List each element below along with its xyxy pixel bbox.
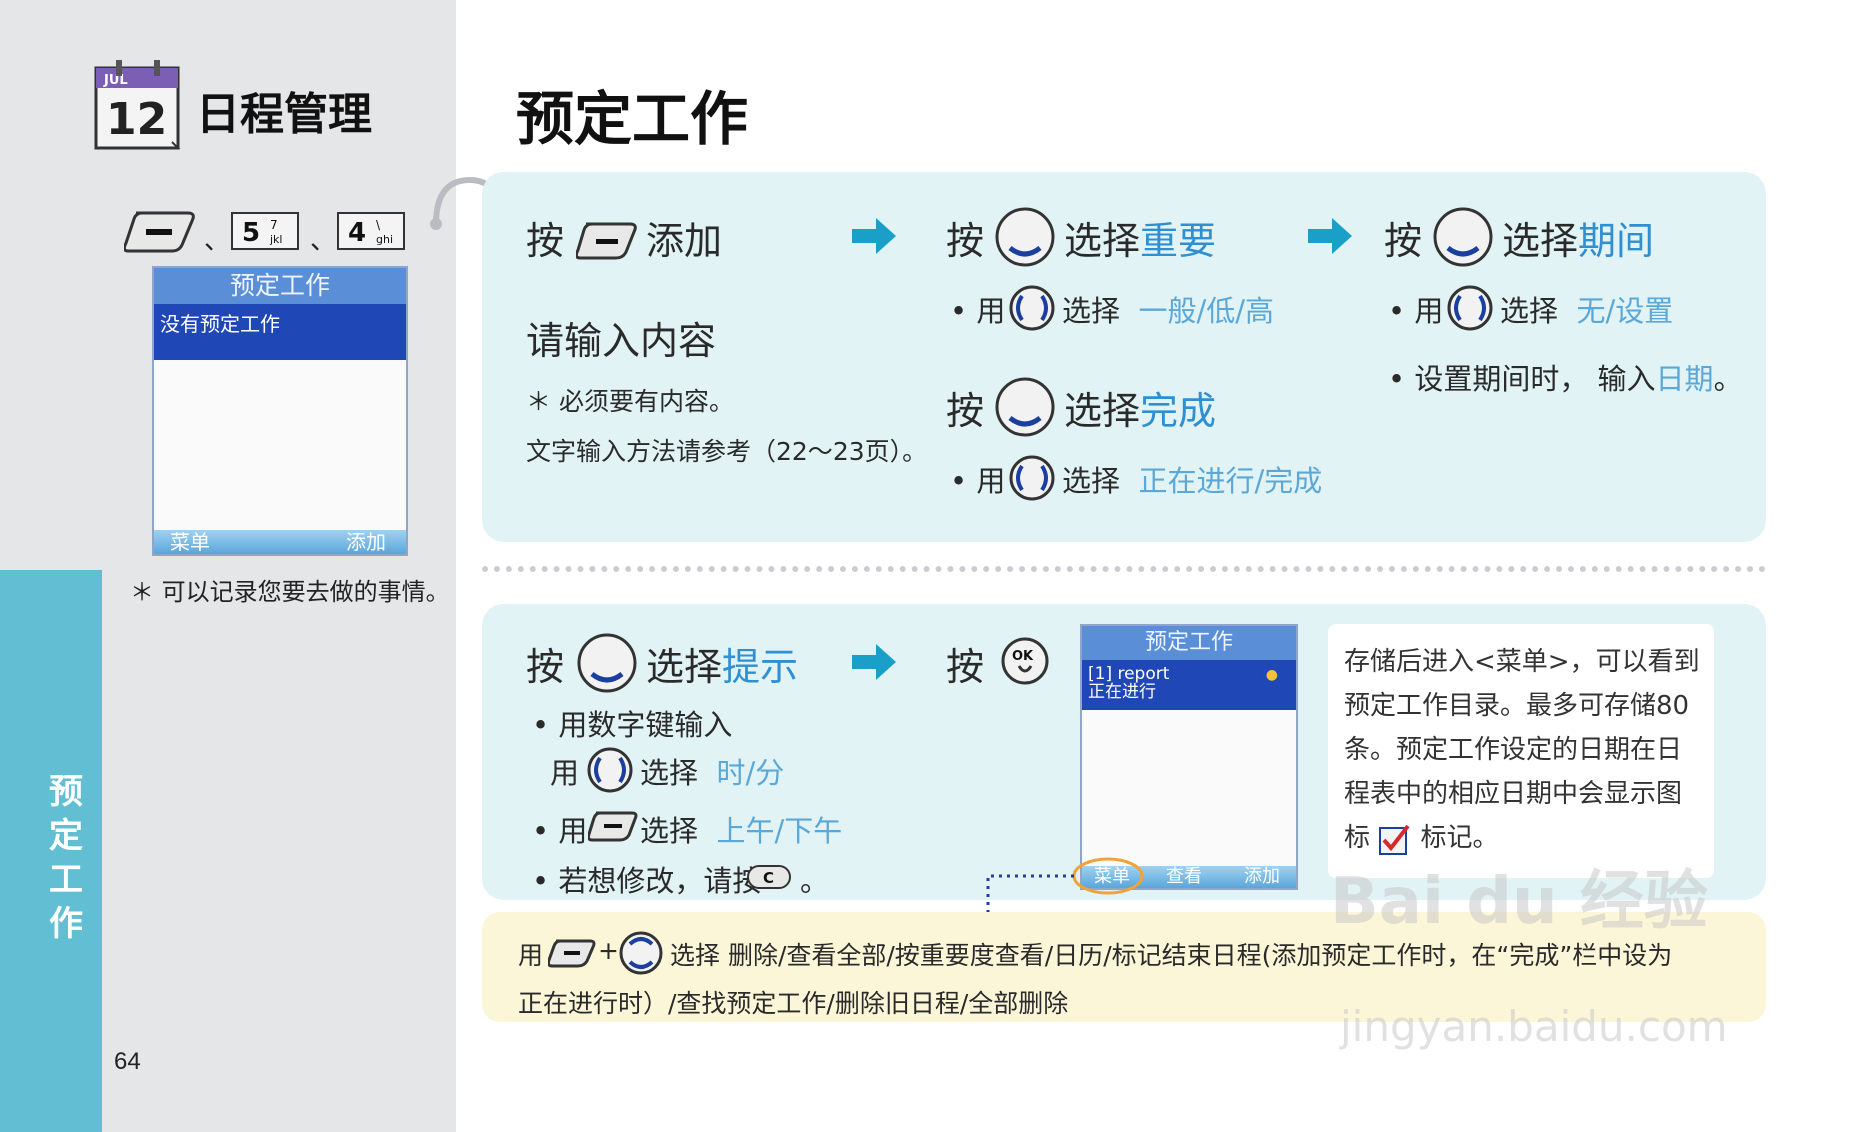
- nav-down-key-icon: [995, 207, 1055, 267]
- step2-options-2: 正在进行/完成: [1138, 464, 1323, 498]
- step2-select: 选择: [1064, 219, 1141, 263]
- nav-leftright-key-icon: [1009, 455, 1055, 501]
- phone2-item-status: 正在进行: [1088, 682, 1156, 702]
- key-4-icon: 4 \ ghi: [337, 212, 405, 250]
- chapter-number: 12: [106, 94, 167, 145]
- softkey-icon: [588, 811, 638, 842]
- ok-key-label: OK: [1012, 649, 1034, 664]
- step1-note-required: ＊ 必须要有内容。: [526, 387, 734, 416]
- step3-bullet-select: 选择: [1500, 294, 1559, 328]
- chapter-title: 日程管理: [196, 89, 372, 140]
- phone-screen-empty: 预定工作 没有预定工作 菜单 添加: [152, 266, 408, 556]
- info-box: 存储后进入<菜单>，可以看到预定工作目录。最多可存储80条。预定工作设定的日期在…: [1328, 624, 1714, 878]
- step2-options: 一般/低/高: [1138, 294, 1274, 328]
- step5-press: 按: [946, 645, 985, 689]
- step4-bullet-digits: • 用数字键输入: [532, 708, 733, 742]
- step2-bullet2-use: • 用: [950, 464, 1006, 498]
- phone2-list-item: [1] report 正在进行 ●: [1082, 660, 1296, 710]
- key-4-label: 4: [348, 218, 366, 248]
- phone2-softkey-add: 添加: [1244, 866, 1280, 887]
- step4-press: 按: [526, 645, 565, 689]
- svg-text:7: 7: [270, 218, 278, 232]
- phone2-item-title: [1] report: [1088, 664, 1170, 684]
- step3-select: 选择: [1502, 219, 1579, 263]
- clear-key-label: C: [763, 869, 774, 887]
- arrow-right-icon: [852, 644, 896, 680]
- step3-bullet-use: • 用: [1388, 294, 1444, 328]
- watermark-brand: Bai du 经验: [1330, 865, 1708, 939]
- step4-options-ampm: 上午/下午: [716, 814, 843, 848]
- step1-note-reference: 文字输入方法请参考（22～23页）。: [526, 437, 928, 466]
- step4-select: 选择: [646, 645, 723, 689]
- svg-text:jkl: jkl: [269, 233, 282, 246]
- key-5-label: 5: [242, 218, 260, 248]
- left-note: ＊ 可以记录您要去做的事情。: [130, 578, 450, 606]
- svg-text:ghi: ghi: [376, 233, 393, 246]
- softkey-icon: [576, 222, 637, 260]
- step2-target-2: 完成: [1140, 389, 1217, 433]
- step1-press: 按: [526, 219, 565, 263]
- step4-bullet3: • 若想修改，请按: [532, 864, 762, 898]
- softkey-icon: [548, 939, 596, 968]
- step3-target: 期间: [1578, 219, 1655, 263]
- phone-softkey-bar: 菜单 添加: [154, 530, 406, 554]
- step4-bullet2-use: • 用: [532, 814, 588, 848]
- step2-select-2: 选择: [1064, 389, 1141, 433]
- step3-press: 按: [1384, 219, 1423, 263]
- nav-down-key-icon: [577, 633, 637, 693]
- svg-text:、: 、: [310, 226, 336, 256]
- phone2-softkey-view: 查看: [1166, 866, 1202, 887]
- calendar-month: JUL: [103, 73, 128, 88]
- section-tab-label: 预 定 工 作: [49, 772, 83, 944]
- nav-leftright-key-icon: [1447, 285, 1493, 331]
- footer-plus: +: [598, 936, 619, 965]
- key-separator: 、: [204, 226, 230, 256]
- nav-leftright-key-icon: [587, 747, 633, 793]
- step3-bullet2: • 设置期间时， 输入: [1388, 362, 1656, 396]
- alarm-icon: ●: [1265, 667, 1278, 683]
- nav-leftright-key-icon: [1009, 285, 1055, 331]
- step4-bullet-select: 选择: [640, 756, 699, 790]
- step4-bullet-digits-use: 用: [550, 756, 580, 790]
- footer-use: 用: [518, 941, 544, 970]
- step3-options: 无/设置: [1576, 294, 1674, 328]
- step4-bullet2-select: 选择: [640, 814, 699, 848]
- step2-bullet-select: 选择: [1062, 294, 1121, 328]
- section-divider: [482, 566, 1766, 572]
- step2-press: 按: [946, 219, 985, 263]
- step4-bullet3-end: 。: [800, 864, 830, 898]
- clear-key-icon: C: [747, 865, 791, 889]
- phone-screen-header: 预定工作: [154, 268, 406, 304]
- step4-target: 提示: [722, 645, 799, 689]
- step2-target: 重要: [1140, 219, 1217, 263]
- info-text-end: 标记。: [1420, 823, 1499, 853]
- calendar-icon: JUL 12: [94, 60, 181, 150]
- footer-menu-options-2: 正在进行时）/查找预定工作/删除旧日程/全部删除: [518, 989, 1069, 1018]
- key-5-icon: 5 7 jkl: [231, 212, 299, 250]
- step1-prompt: 请输入内容: [526, 319, 717, 363]
- nav-down-key-icon: [1433, 207, 1493, 267]
- step1-action: 添加: [646, 219, 723, 263]
- step3-bullet2-target: 日期: [1655, 362, 1714, 396]
- step2-bullet-use: • 用: [950, 294, 1006, 328]
- step2-bullet2-select: 选择: [1062, 464, 1121, 498]
- phone2-header: 预定工作: [1082, 626, 1296, 660]
- arrow-right-icon: [1308, 218, 1352, 254]
- nav-updown-key-icon: [619, 931, 663, 975]
- step4-options-time: 时/分: [716, 756, 785, 790]
- arrow-right-icon: [852, 218, 896, 254]
- phone-screen-selected-item: 没有预定工作: [154, 304, 406, 360]
- nav-down-key-icon: [995, 377, 1055, 437]
- softkey-icon: [122, 211, 195, 253]
- page-number: 64: [114, 1048, 141, 1075]
- softkey-right-label: 添加: [346, 530, 386, 554]
- step2-press-2: 按: [946, 389, 985, 433]
- page-title: 预定工作: [516, 85, 749, 153]
- softkey-left-label: 菜单: [170, 530, 210, 554]
- ok-key-icon: OK: [1001, 637, 1049, 685]
- watermark-url: jingyan.baidu.com: [1340, 1002, 1728, 1051]
